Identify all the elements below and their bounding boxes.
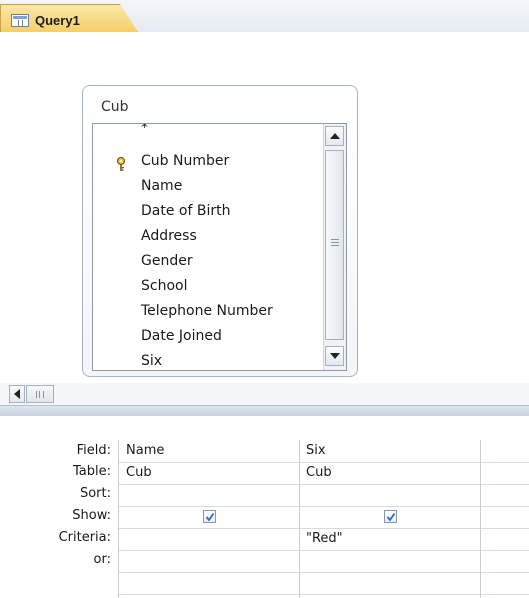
field-list[interactable]: * Cub Number Name Date of Birth Address … [92,123,347,371]
table-title[interactable]: Cub [101,99,129,115]
grid-cell-table-1[interactable]: Cub [126,465,152,480]
scroll-up-button[interactable] [325,126,344,146]
row-label-sort: Sort: [79,486,111,501]
row-label-criteria: Criteria: [58,530,111,545]
grid-column-divider [480,440,481,598]
scroll-left-button[interactable] [9,385,25,403]
grid-cell-field-1[interactable]: Name [126,443,164,458]
grid-row-line [119,550,529,551]
row-label-or: or: [93,552,111,567]
scroll-down-button[interactable] [325,346,344,366]
grid-row-line [119,594,529,595]
triangle-up-icon [329,133,340,139]
row-label-table: Table: [73,464,111,479]
primary-key-icon [116,156,130,172]
grid-cell-field-2[interactable]: Six [306,443,326,458]
grid-row-line [119,506,529,507]
field-cub-number[interactable]: Cub Number [141,153,229,169]
grid-row-line [119,528,529,529]
query-design-area[interactable]: Cub * Cub Number Name Date of Birth Addr… [0,32,529,382]
field-all[interactable]: * [141,124,148,136]
document-tab-strip: Query1 [0,0,529,32]
grid-row-line [119,572,529,573]
row-label-show: Show: [72,508,111,523]
field-name[interactable]: Name [141,178,182,194]
show-checkbox-1[interactable] [203,510,216,523]
table-field-list-cub[interactable]: Cub * Cub Number Name Date of Birth Addr… [82,85,358,377]
scroll-thumb[interactable] [325,150,344,340]
tab-query1[interactable]: Query1 [0,4,138,32]
field-date-of-birth[interactable]: Date of Birth [141,203,230,219]
query-design-grid: Field: Table: Sort: Show: Criteria: or: … [0,416,529,598]
row-label-field: Field: [76,443,111,458]
grid-row-line [119,484,529,485]
tab-label: Query1 [35,13,80,28]
field-date-joined[interactable]: Date Joined [141,328,222,344]
field-gender[interactable]: Gender [141,253,193,269]
field-list-scrollbar[interactable] [323,124,346,370]
hscroll-thumb[interactable] [26,385,54,403]
grid-row-line [119,462,529,463]
field-school[interactable]: School [141,278,187,294]
triangle-left-icon [14,389,20,399]
field-six[interactable]: Six [141,353,162,369]
grid-column-divider [299,440,300,598]
show-checkbox-2[interactable] [384,510,397,523]
grip-icon [331,239,339,246]
checkmark-icon [386,512,396,522]
triangle-down-icon [329,353,340,359]
checkmark-icon [205,512,215,522]
design-area-hscrollbar[interactable] [0,383,529,405]
field-telephone-number[interactable]: Telephone Number [141,303,273,319]
query-table-icon [11,14,29,27]
grid-cell-table-2[interactable]: Cub [306,465,332,480]
field-address[interactable]: Address [141,228,197,244]
query-grid[interactable]: Name Cub Six Cub "Red" [118,440,529,598]
grip-icon [36,391,44,398]
grid-cell-criteria-2[interactable]: "Red" [306,531,343,546]
